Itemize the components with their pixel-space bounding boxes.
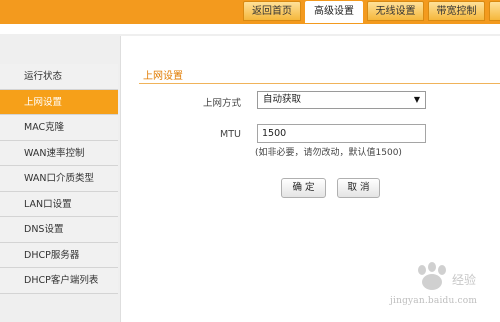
sidebar-item-run-status[interactable]: 运行状态 (0, 64, 118, 90)
confirm-button[interactable]: 确 定 (281, 178, 326, 198)
sidebar-item-dhcp-server[interactable]: DHCP服务器 (0, 242, 118, 268)
chevron-down-icon: ▼ (413, 95, 420, 104)
paw-logo-icon: 经验 (418, 262, 476, 290)
cancel-button[interactable]: 取 消 (337, 178, 380, 198)
sidebar-item-dns-settings[interactable]: DNS设置 (0, 217, 118, 243)
header-spacer (0, 24, 500, 34)
watermark-text: jingyan.baidu.com (390, 296, 478, 306)
sidebar-menu: 运行状态 上网设置 MAC克隆 WAN速率控制 WAN口介质类型 LAN口设置 … (0, 64, 118, 294)
connection-mode-value: 自动获取 (263, 94, 302, 105)
tab-home[interactable]: 返回首页 (243, 1, 301, 21)
tab-overflow[interactable] (489, 1, 500, 21)
sidebar-item-internet-settings[interactable]: 上网设置 (0, 89, 118, 115)
connection-mode-label: 上网方式 (202, 98, 241, 109)
svg-text:经验: 经验 (452, 272, 476, 287)
baidu-jingyan-watermark: 经验 jingyan.baidu.com (390, 262, 496, 318)
sidebar-item-wan-rate-control[interactable]: WAN速率控制 (0, 140, 118, 166)
section-title: 上网设置 (143, 71, 183, 82)
top-header-bar: 返回首页 高级设置 无线设置 带宽控制 (0, 0, 500, 24)
tab-advanced-settings[interactable]: 高级设置 (305, 1, 363, 23)
section-divider (139, 83, 500, 84)
connection-mode-select[interactable]: 自动获取 ▼ (257, 91, 426, 109)
top-nav-tabs: 返回首页 高级设置 无线设置 带宽控制 (243, 1, 500, 23)
mtu-label: MTU (220, 129, 241, 140)
sidebar-footer (0, 295, 118, 322)
tab-wireless-settings[interactable]: 无线设置 (367, 1, 424, 21)
sidebar-item-dhcp-client-list[interactable]: DHCP客户端列表 (0, 268, 118, 294)
sidebar-item-lan-settings[interactable]: LAN口设置 (0, 191, 118, 217)
sidebar-item-mac-clone[interactable]: MAC克隆 (0, 115, 118, 141)
mtu-hint: (如非必要，请勿改动，默认值1500) (255, 148, 402, 158)
sidebar-item-wan-media-type[interactable]: WAN口介质类型 (0, 166, 118, 192)
tab-bandwidth-control[interactable]: 带宽控制 (428, 1, 485, 21)
mtu-input[interactable]: 1500 (257, 124, 426, 143)
